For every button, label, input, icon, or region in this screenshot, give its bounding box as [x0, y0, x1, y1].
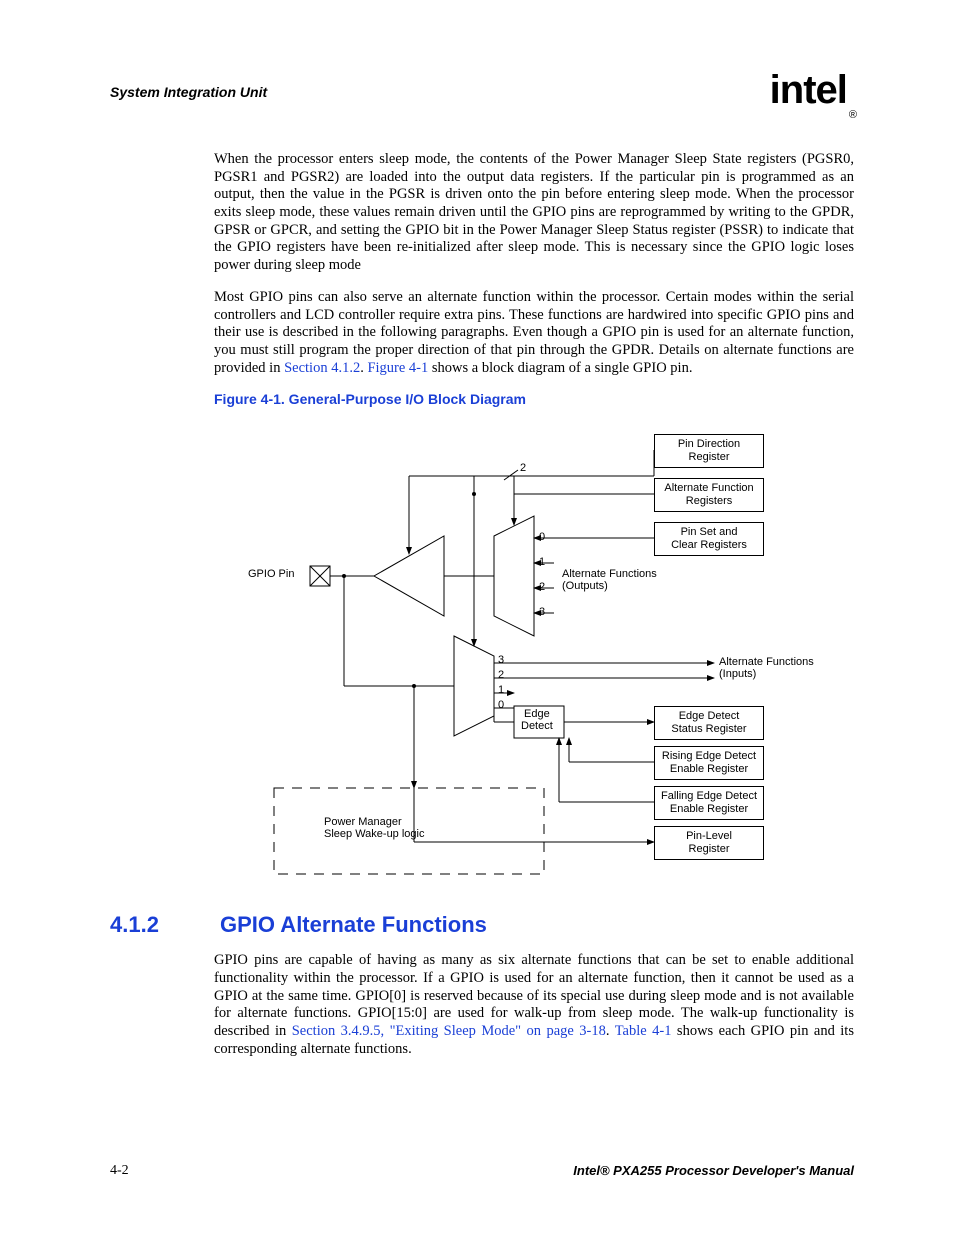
- figure-caption: Figure 4-1. General-Purpose I/O Block Di…: [214, 391, 854, 408]
- manual-title: Intel® PXA255 Processor Developer's Manu…: [573, 1163, 854, 1179]
- paragraph-2: Most GPIO pins can also serve an alterna…: [214, 289, 854, 377]
- label-power-mgr: Power Manager Sleep Wake-up logic: [324, 816, 424, 840]
- page-number: 4-2: [110, 1163, 129, 1179]
- mux-out-1: 1: [539, 556, 545, 568]
- reg-pin-level: Pin-Level Register: [654, 826, 764, 859]
- label-gpio-pin: GPIO Pin: [248, 568, 294, 580]
- mux-in-3: 3: [498, 654, 504, 666]
- mux-out-2: 2: [539, 581, 545, 593]
- mux-out-0: 0: [539, 531, 545, 543]
- page-header: System Integration Unit intel®: [110, 70, 854, 115]
- reg-edge-status: Edge Detect Status Register: [654, 706, 764, 739]
- reg-rising-edge: Rising Edge Detect Enable Register: [654, 746, 764, 779]
- label-two: 2: [520, 462, 526, 474]
- label-alt-out: Alternate Functions (Outputs): [562, 568, 657, 592]
- link-table-4-1[interactable]: Table 4-1: [615, 1023, 672, 1039]
- mux-in-1: 1: [498, 684, 504, 696]
- mux-in-2: 2: [498, 669, 504, 681]
- link-section-3-4-9-5[interactable]: Section 3.4.9.5, "Exiting Sleep Mode" on…: [292, 1023, 606, 1039]
- section-title: GPIO Alternate Functions: [220, 912, 487, 938]
- paragraph-1: When the processor enters sleep mode, th…: [214, 151, 854, 275]
- label-edge-detect: Edge Detect: [521, 708, 553, 732]
- reg-pin-set-clear: Pin Set and Clear Registers: [654, 522, 764, 555]
- paragraph-3: GPIO pins are capable of having as many …: [214, 952, 854, 1058]
- page-footer: 4-2 Intel® PXA255 Processor Developer's …: [110, 1163, 854, 1179]
- reg-falling-edge: Falling Edge Detect Enable Register: [654, 786, 764, 819]
- section-number: 4.1.2: [110, 912, 170, 938]
- reg-alt-fn: Alternate Function Registers: [654, 478, 764, 511]
- mux-in-0: 0: [498, 699, 504, 711]
- link-section-4-1-2[interactable]: Section 4.1.2: [284, 360, 360, 376]
- gpio-block-diagram: GPIO Pin 2 0 1 2 3 3 2 1 0 Alternate Fun…: [214, 418, 854, 888]
- intel-logo: intel®: [770, 70, 854, 115]
- mux-out-3: 3: [539, 606, 545, 618]
- reg-pin-direction: Pin Direction Register: [654, 434, 764, 467]
- section-heading: 4.1.2 GPIO Alternate Functions: [110, 912, 854, 938]
- label-alt-in: Alternate Functions (Inputs): [719, 656, 814, 680]
- link-figure-4-1[interactable]: Figure 4-1: [367, 360, 428, 376]
- header-section-title: System Integration Unit: [110, 70, 267, 100]
